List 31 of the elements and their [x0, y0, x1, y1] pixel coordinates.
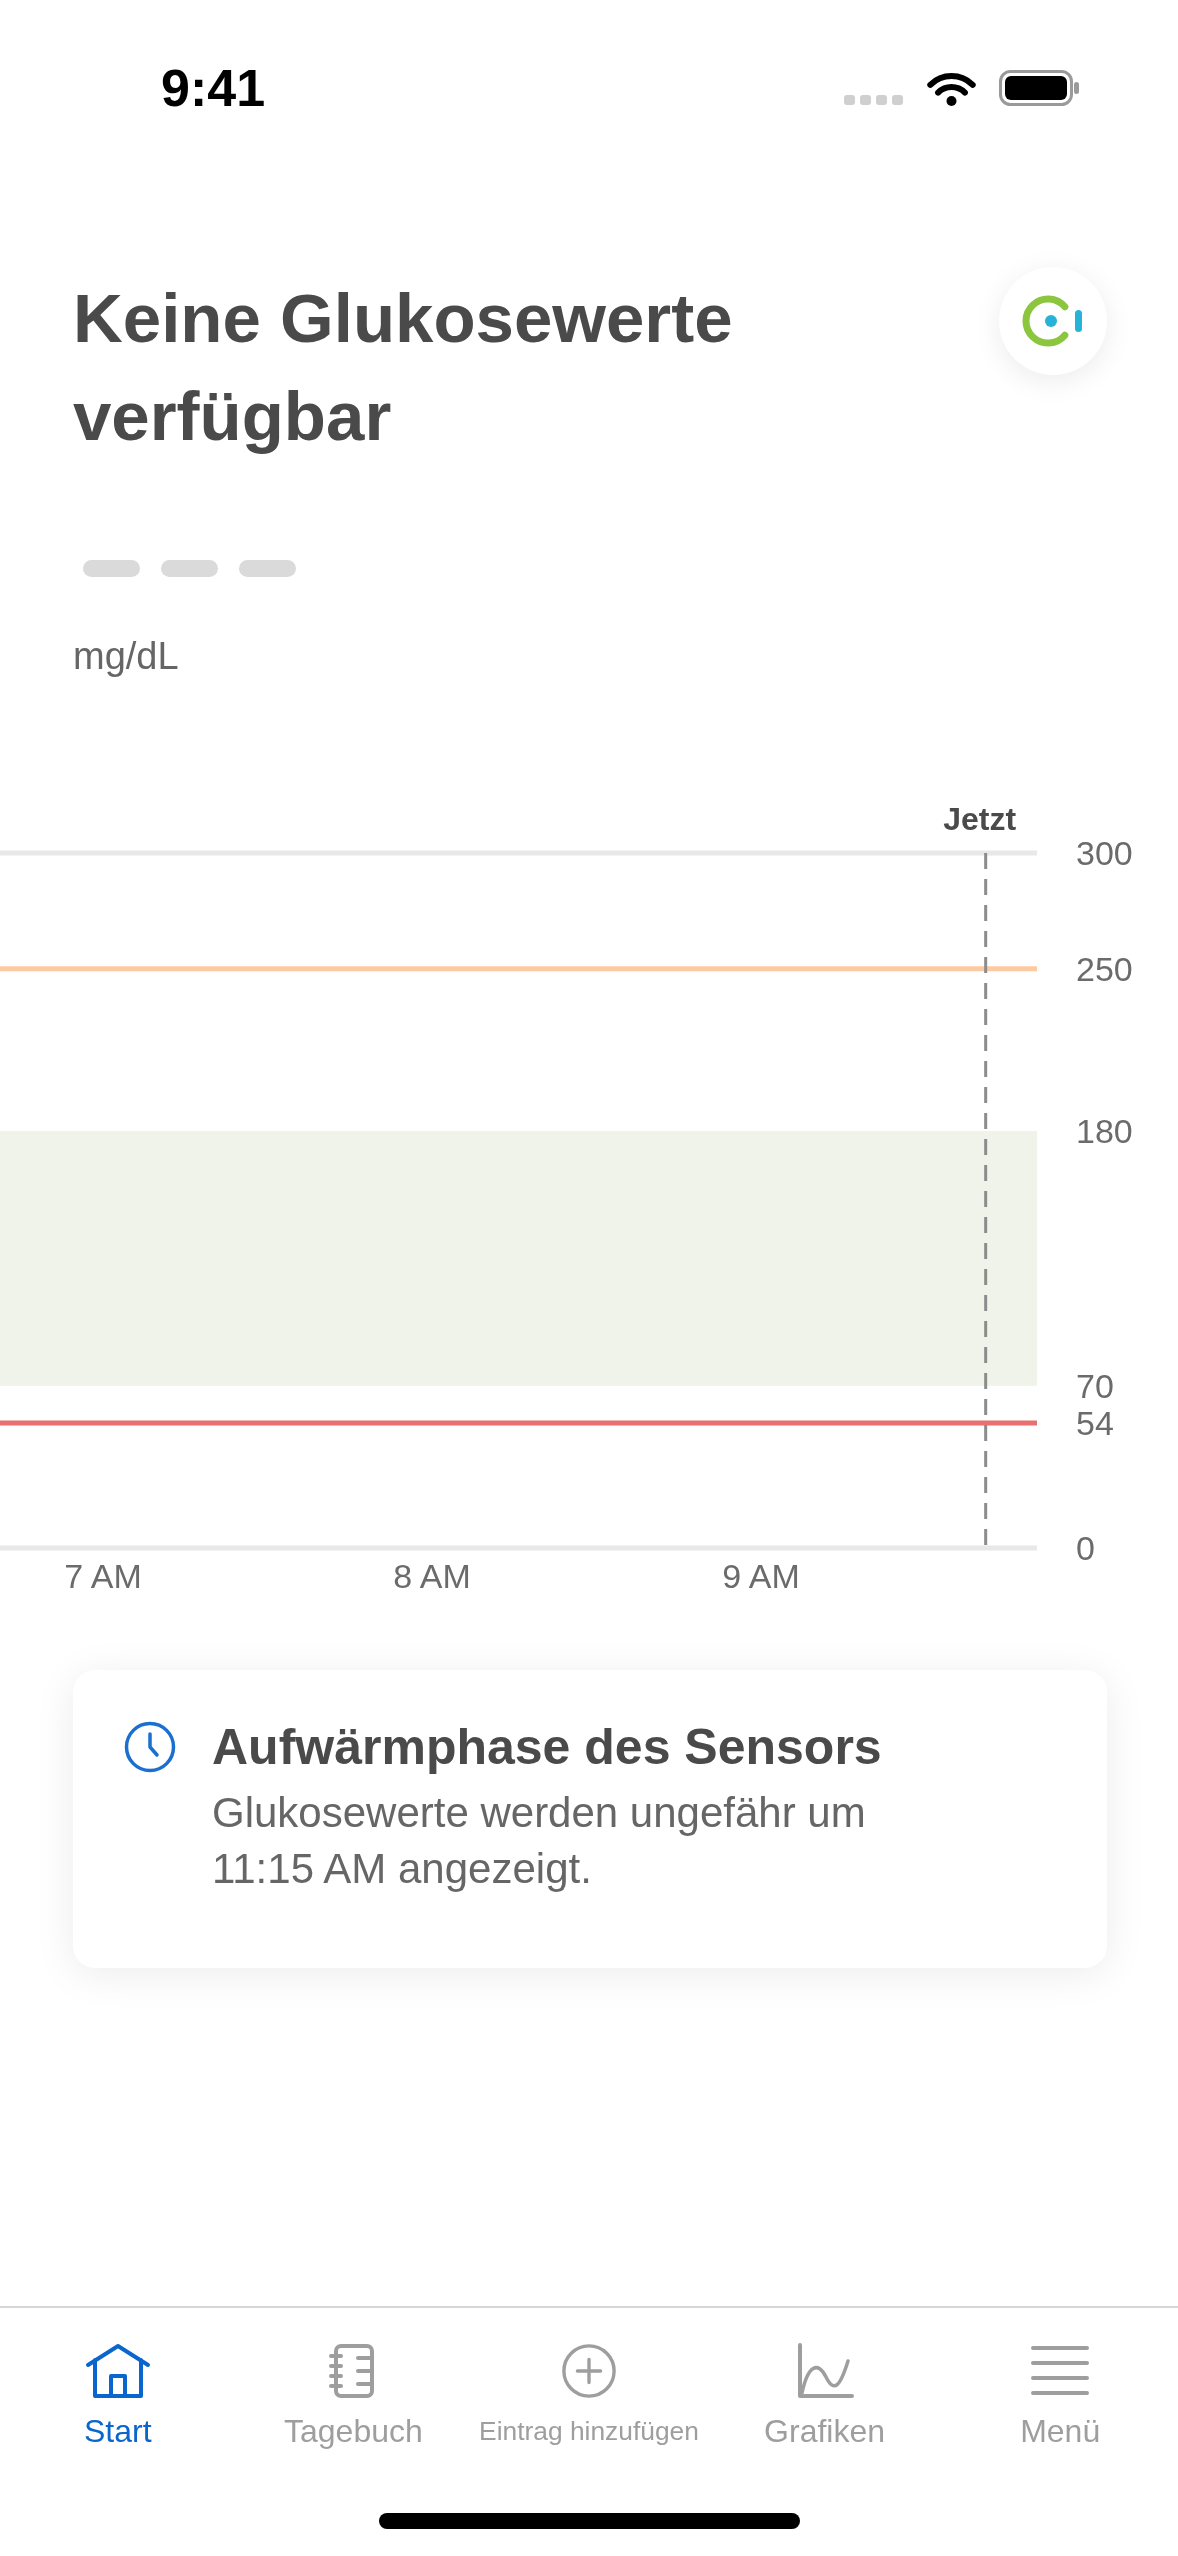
tab-bar-item[interactable]: Tagebuch: [235, 2343, 472, 2450]
clock-icon: [124, 1721, 176, 1773]
plus-circle-icon: [561, 2343, 617, 2399]
placeholder-dash: [161, 560, 218, 577]
y-axis-label: 180: [1076, 1112, 1133, 1150]
y-axis-label: 300: [1076, 834, 1133, 872]
y-axis-label: 54: [1076, 1403, 1114, 1442]
unit-label: mg/dL: [73, 634, 179, 679]
y-axis-label: 70: [1076, 1366, 1114, 1405]
notice-title: Aufwärmphase des Sensors: [212, 1718, 883, 1777]
y-axis-label: 250: [1076, 949, 1133, 988]
page-title: Keine Glukosewerte verfügbar: [73, 279, 734, 457]
tab-bar-item[interactable]: Eintrag hinzufügen: [471, 2343, 707, 2450]
now-label: Jetzt: [943, 801, 1017, 837]
x-axis-label: 9 AM: [722, 1557, 800, 1595]
logo-icon: [1022, 293, 1084, 349]
x-axis-label: 7 AM: [64, 1557, 142, 1595]
signal-icon: [844, 95, 904, 105]
line-chart-icon: [795, 2343, 854, 2399]
x-axis-label: 8 AM: [393, 1557, 471, 1595]
y-axis-label: 0: [1076, 1529, 1095, 1567]
placeholder-dash: [239, 560, 296, 577]
home-icon: [84, 2343, 151, 2399]
tab-bar-item[interactable]: Menü: [942, 2343, 1178, 2450]
tab-bar-item[interactable]: Start: [0, 2343, 236, 2450]
status-time: 9:41: [161, 58, 266, 118]
battery-icon: [999, 70, 1080, 106]
wifi-icon: [926, 70, 977, 106]
notice-text: Glukosewerte werden ungefähr um 11:15 AM angezeigt.: [212, 1788, 867, 1894]
placeholder-dash: [83, 560, 140, 577]
tab-bar-item[interactable]: Grafiken: [706, 2343, 943, 2450]
